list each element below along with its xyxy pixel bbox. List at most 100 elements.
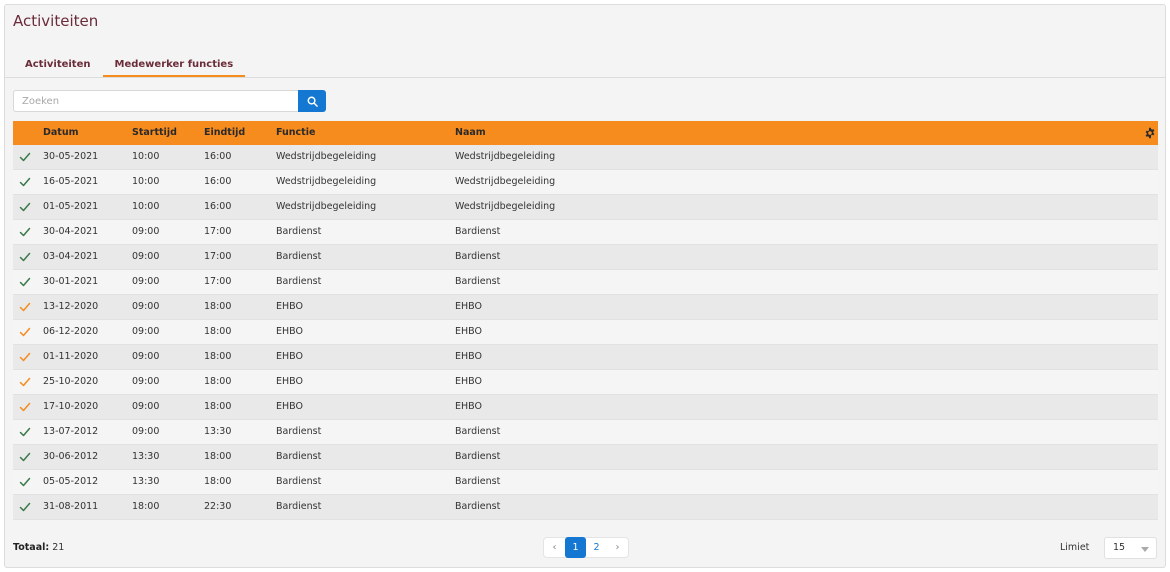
cell-starttijd: 09:00 (132, 301, 160, 312)
cell-naam: EHBO (455, 326, 482, 337)
cell-starttijd: 09:00 (132, 351, 160, 362)
check-icon (19, 252, 31, 262)
check-icon (19, 427, 31, 437)
pagination-next-button[interactable]: › (607, 538, 628, 557)
limit-select[interactable]: 15 (1104, 537, 1157, 559)
pagination-prev-button[interactable]: ‹ (544, 538, 565, 557)
check-icon (19, 327, 31, 337)
limit-label: Limiet (1060, 542, 1090, 553)
cell-functie: Bardienst (276, 451, 322, 462)
table-row[interactable]: 17-10-2020 09:00 18:00 EHBO EHBO (13, 395, 1158, 420)
cell-datum: 03-04-2021 (43, 251, 99, 262)
functions-table: Datum Starttijd Eindtijd Functie Naam 30… (13, 121, 1158, 520)
limit-value: 15 (1113, 542, 1126, 553)
search-icon (307, 96, 318, 107)
cell-functie: EHBO (276, 326, 303, 337)
cell-functie: EHBO (276, 376, 303, 387)
tab-medewerker-functies[interactable]: Medewerker functies (102, 58, 246, 78)
table-row[interactable]: 31-08-2011 18:00 22:30 Bardienst Bardienst (13, 495, 1158, 520)
cell-datum: 13-12-2020 (43, 301, 99, 312)
pagination-page-1[interactable]: 1 (565, 537, 586, 558)
table-row[interactable]: 05-05-2012 13:30 18:00 Bardienst Bardienst (13, 470, 1158, 495)
total-value: 21 (52, 542, 65, 553)
cell-datum: 17-10-2020 (43, 401, 99, 412)
cell-naam: Wedstrijdbegeleiding (455, 201, 556, 212)
table-row[interactable]: 13-07-2012 09:00 13:30 Bardienst Bardienst (13, 420, 1158, 445)
table-row[interactable]: 01-11-2020 09:00 18:00 EHBO EHBO (13, 345, 1158, 370)
table-row[interactable]: 06-12-2020 09:00 18:00 EHBO EHBO (13, 320, 1158, 345)
table-row[interactable]: 03-04-2021 09:00 17:00 Bardienst Bardienst (13, 245, 1158, 270)
cell-datum: 16-05-2021 (43, 176, 99, 187)
table-row[interactable]: 30-01-2021 09:00 17:00 Bardienst Bardienst (13, 270, 1158, 295)
cell-datum: 06-12-2020 (43, 326, 99, 337)
cell-starttijd: 10:00 (132, 176, 160, 187)
cell-functie: Bardienst (276, 501, 322, 512)
table-header: Datum Starttijd Eindtijd Functie Naam (13, 121, 1158, 145)
cell-starttijd: 13:30 (132, 451, 160, 462)
cell-eindtijd: 17:00 (204, 226, 232, 237)
check-icon (19, 177, 31, 187)
cell-functie: Bardienst (276, 226, 322, 237)
cell-eindtijd: 16:00 (204, 176, 232, 187)
table-row[interactable]: 30-06-2012 13:30 18:00 Bardienst Bardienst (13, 445, 1158, 470)
chevron-down-icon (1141, 547, 1149, 552)
check-icon (19, 502, 31, 512)
table-row[interactable]: 30-05-2021 10:00 16:00 Wedstrijdbegeleiding… (13, 145, 1158, 170)
cell-naam: Bardienst (455, 501, 501, 512)
cell-starttijd: 10:00 (132, 151, 160, 162)
check-icon (19, 152, 31, 162)
table-row[interactable]: 30-04-2021 09:00 17:00 Bardienst Bardienst (13, 220, 1158, 245)
cell-datum: 13-07-2012 (43, 426, 99, 437)
tab-activiteiten[interactable]: Activiteiten (13, 58, 103, 78)
check-icon (19, 377, 31, 387)
cell-naam: Bardienst (455, 476, 501, 487)
cell-functie: Bardienst (276, 251, 322, 262)
table-row[interactable]: 25-10-2020 09:00 18:00 EHBO EHBO (13, 370, 1158, 395)
column-header-starttijd[interactable]: Starttijd (132, 121, 177, 145)
pagination-page-2[interactable]: 2 (586, 538, 607, 557)
cell-starttijd: 13:30 (132, 476, 160, 487)
table-row[interactable]: 01-05-2021 10:00 16:00 Wedstrijdbegeleiding… (13, 195, 1158, 220)
cell-starttijd: 09:00 (132, 226, 160, 237)
cell-naam: Bardienst (455, 451, 501, 462)
pagination: ‹ 1 2 › (543, 537, 629, 558)
cell-datum: 01-11-2020 (43, 351, 99, 362)
total-count: Totaal: 21 (13, 542, 64, 553)
cell-naam: Wedstrijdbegeleiding (455, 151, 556, 162)
tab-bar: Activiteiten Medewerker functies (13, 58, 246, 78)
cell-eindtijd: 18:00 (204, 401, 232, 412)
activities-panel: Activiteiten Activiteiten Medewerker fun… (4, 4, 1166, 568)
column-header-datum[interactable]: Datum (43, 121, 79, 145)
cell-datum: 25-10-2020 (43, 376, 99, 387)
cell-naam: EHBO (455, 401, 482, 412)
cell-functie: Bardienst (276, 276, 322, 287)
cell-functie: EHBO (276, 401, 303, 412)
cell-starttijd: 10:00 (132, 201, 160, 212)
search-button[interactable] (298, 90, 326, 112)
cell-datum: 01-05-2021 (43, 201, 99, 212)
column-header-eindtijd[interactable]: Eindtijd (204, 121, 245, 145)
cell-functie: EHBO (276, 351, 303, 362)
cell-eindtijd: 17:00 (204, 276, 232, 287)
cell-starttijd: 09:00 (132, 326, 160, 337)
cell-eindtijd: 18:00 (204, 376, 232, 387)
check-icon (19, 402, 31, 412)
search-input[interactable] (13, 90, 299, 112)
check-icon (19, 227, 31, 237)
cell-starttijd: 09:00 (132, 426, 160, 437)
gear-icon[interactable] (1144, 127, 1156, 139)
total-label: Totaal: (13, 542, 50, 553)
cell-naam: EHBO (455, 351, 482, 362)
column-header-functie[interactable]: Functie (276, 121, 315, 145)
table-row[interactable]: 13-12-2020 09:00 18:00 EHBO EHBO (13, 295, 1158, 320)
cell-starttijd: 09:00 (132, 401, 160, 412)
table-row[interactable]: 16-05-2021 10:00 16:00 Wedstrijdbegeleiding… (13, 170, 1158, 195)
cell-naam: Bardienst (455, 251, 501, 262)
cell-starttijd: 09:00 (132, 376, 160, 387)
cell-eindtijd: 17:00 (204, 251, 232, 262)
column-header-naam[interactable]: Naam (455, 121, 486, 145)
cell-naam: EHBO (455, 376, 482, 387)
cell-starttijd: 18:00 (132, 501, 160, 512)
cell-naam: EHBO (455, 301, 482, 312)
check-icon (19, 452, 31, 462)
